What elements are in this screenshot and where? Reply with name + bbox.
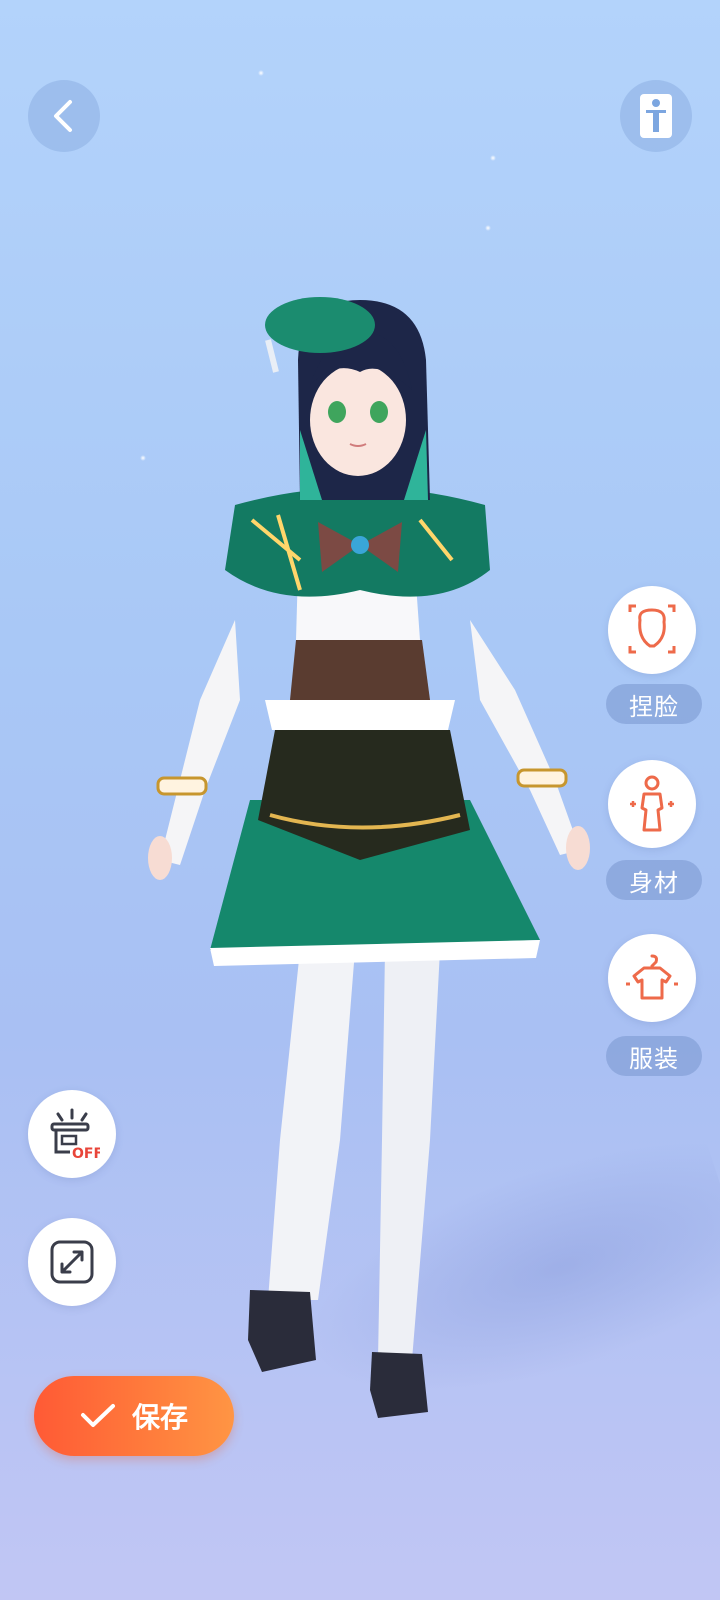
outfit-edit-button[interactable] xyxy=(608,934,696,1022)
save-button[interactable]: 保存 xyxy=(34,1376,234,1456)
pose-button[interactable] xyxy=(620,80,692,152)
chevron-left-icon xyxy=(54,100,72,132)
standing-figure-icon xyxy=(640,94,672,138)
back-button[interactable] xyxy=(28,80,100,152)
clothes-hanger-icon xyxy=(626,954,678,1000)
face-outline-icon xyxy=(628,604,676,654)
save-button-label: 保存 xyxy=(131,1401,188,1434)
avatar-editor-screen: 捏脸 身材 服装 OFF 保存 xyxy=(0,0,720,1600)
off-badge: OFF xyxy=(72,1146,100,1162)
lighting-toggle-button[interactable]: OFF xyxy=(28,1090,116,1178)
expand-arrows-icon xyxy=(50,1240,94,1284)
face-edit-button[interactable] xyxy=(608,586,696,674)
outfit-edit-label: 服装 xyxy=(606,1036,702,1076)
checkmark-icon xyxy=(80,1404,115,1427)
spotlight-off-icon: OFF xyxy=(50,1108,100,1162)
body-outline-icon xyxy=(630,775,674,832)
body-edit-label: 身材 xyxy=(606,860,702,900)
face-edit-label: 捏脸 xyxy=(606,684,702,724)
body-edit-button[interactable] xyxy=(608,760,696,848)
fullscreen-button[interactable] xyxy=(28,1218,116,1306)
